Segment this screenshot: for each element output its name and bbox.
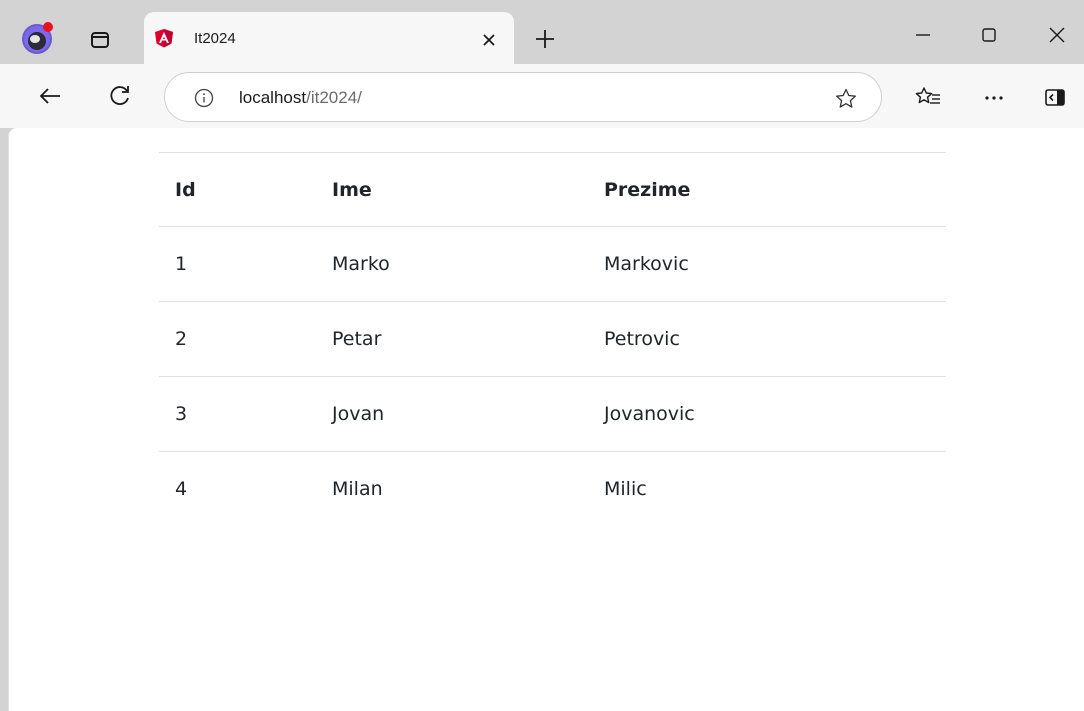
cell-ime: Marko: [316, 226, 588, 302]
url-path: /it2024/: [306, 88, 362, 107]
close-tab-icon[interactable]: [478, 29, 500, 51]
browser-tab-active[interactable]: It2024: [144, 12, 514, 66]
cell-id: 4: [159, 451, 316, 527]
cell-prezime: Petrovic: [588, 301, 946, 377]
cell-prezime: Jovanovic: [588, 376, 946, 452]
browser-titlebar: It2024: [0, 0, 1084, 66]
cell-ime: Jovan: [316, 376, 588, 452]
cell-id: 1: [159, 226, 316, 302]
angular-logo-icon: [154, 28, 174, 48]
column-header-id: Id: [159, 152, 316, 227]
info-icon[interactable]: [193, 87, 215, 109]
cell-id: 2: [159, 301, 316, 377]
new-tab-plus-icon[interactable]: [532, 26, 558, 52]
tab-title: It2024: [194, 30, 236, 47]
address-bar[interactable]: localhost/it2024/: [164, 72, 882, 122]
favorites-icon[interactable]: [914, 84, 942, 110]
sidebar-icon[interactable]: [1042, 84, 1068, 110]
table-header-row: Id Ime Prezime: [159, 152, 946, 227]
star-icon[interactable]: [833, 86, 859, 112]
table-row: 2 Petar Petrovic: [159, 301, 946, 377]
cell-prezime: Milic: [588, 451, 946, 527]
browser-toolbar: localhost/it2024/: [0, 64, 1084, 128]
url-text[interactable]: localhost/it2024/: [239, 88, 362, 108]
refresh-icon[interactable]: [106, 82, 134, 110]
cell-ime: Milan: [316, 451, 588, 527]
tab-actions-icon[interactable]: [86, 26, 114, 54]
page-viewport: Id Ime Prezime 1 Marko Markovic 2 Petar …: [8, 128, 1084, 711]
more-icon[interactable]: [980, 84, 1008, 110]
users-table: Id Ime Prezime 1 Marko Markovic 2 Petar …: [159, 152, 946, 527]
cell-ime: Petar: [316, 301, 588, 377]
table-row: 4 Milan Milic: [159, 451, 946, 527]
column-header-prezime: Prezime: [588, 152, 946, 227]
table-row: 3 Jovan Jovanovic: [159, 376, 946, 452]
maximize-icon[interactable]: [976, 22, 1002, 48]
cell-prezime: Markovic: [588, 226, 946, 302]
table-row: 1 Marko Markovic: [159, 226, 946, 302]
minimize-icon[interactable]: [910, 22, 936, 48]
cell-id: 3: [159, 376, 316, 452]
profile-avatar-icon[interactable]: [20, 20, 56, 56]
url-host: localhost: [239, 88, 307, 107]
back-arrow-icon[interactable]: [36, 82, 64, 110]
column-header-ime: Ime: [316, 152, 588, 227]
window-close-icon[interactable]: [1044, 22, 1070, 48]
